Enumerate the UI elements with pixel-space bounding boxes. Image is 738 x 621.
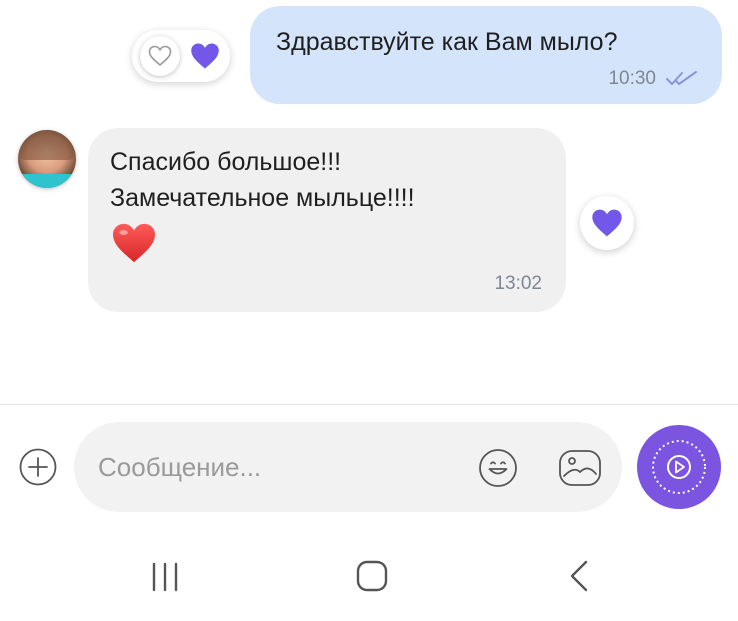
recents-icon[interactable] [148,560,182,594]
avatar-shirt [18,174,76,188]
message-text: Здравствуйте как Вам мыло? [276,28,618,56]
heart-outline-icon [148,45,172,67]
message-line: Спасибо большое!!! [110,148,342,176]
play-circle-icon [652,440,706,494]
message-line: Замечательное мыльце!!!! [110,184,415,212]
heart-filled-icon [592,209,622,237]
reaction-button[interactable] [580,196,634,250]
message-input[interactable]: Сообщение... [74,422,622,512]
outgoing-message[interactable]: Здравствуйте как Вам мыло? 10:30 [250,6,722,104]
smiley-icon[interactable] [478,448,518,488]
reaction-pill[interactable] [132,30,230,82]
incoming-message[interactable]: Спасибо большое!!! Замечательное мыльце!… [88,128,566,312]
heart-filled-icon[interactable] [190,42,220,70]
image-icon[interactable] [558,448,602,488]
message-time: 13:02 [494,273,542,294]
heart-outline-button[interactable] [140,36,180,76]
send-button[interactable] [637,425,721,509]
home-icon[interactable] [354,558,390,594]
red-heart-emoji [113,223,155,263]
avatar-hair [18,130,76,160]
composer-divider [0,404,738,405]
avatar[interactable] [18,130,76,188]
back-icon[interactable] [566,558,592,594]
double-check-icon [666,71,697,85]
message-time: 10:30 [608,68,656,89]
plus-circle-icon[interactable] [19,448,57,486]
message-input-placeholder[interactable]: Сообщение... [98,452,261,483]
